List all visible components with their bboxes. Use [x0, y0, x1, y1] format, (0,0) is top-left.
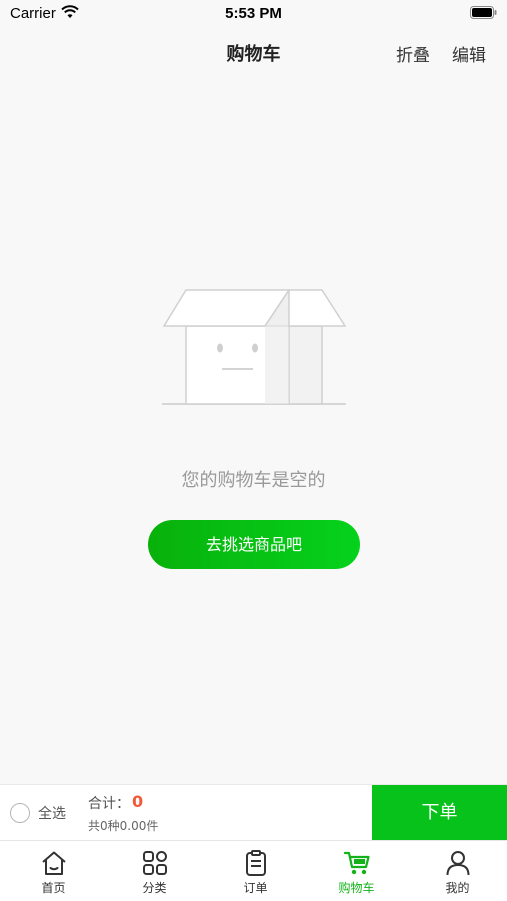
tab-label-home: 首页: [41, 881, 66, 895]
status-time: 5:53 PM: [225, 5, 282, 22]
edit-button[interactable]: 编辑: [452, 41, 486, 66]
checkout-bar: 全选 合计： 0 共0种0.00件 下单: [0, 784, 507, 841]
tab-category[interactable]: 分类: [104, 841, 205, 901]
select-all-radio[interactable]: [10, 803, 30, 823]
nav-bar: 购物车 折叠 编辑: [0, 30, 507, 76]
empty-cart-message: 您的购物车是空的: [181, 470, 326, 491]
tab-label-cart: 购物车: [338, 881, 375, 895]
tab-label-orders: 订单: [243, 881, 268, 895]
fold-button[interactable]: 折叠: [396, 41, 430, 66]
tab-label-category: 分类: [142, 881, 167, 895]
place-order-button[interactable]: 下单: [372, 785, 507, 841]
empty-box-icon: [160, 284, 350, 413]
total-label: 合计：: [88, 796, 130, 812]
go-shopping-button[interactable]: 去挑选商品吧: [148, 520, 360, 569]
select-all-label[interactable]: 全选: [38, 803, 66, 823]
tab-bar: 首页 分类 订单 购物车 我的: [0, 840, 507, 901]
total-value: 0: [132, 792, 144, 811]
item-count-text: 共0种0.00件: [88, 819, 159, 833]
tab-label-profile: 我的: [445, 881, 470, 895]
tab-orders[interactable]: 订单: [205, 841, 306, 901]
battery-icon: [470, 6, 497, 24]
tab-cart[interactable]: 购物车: [306, 841, 407, 901]
tab-home[interactable]: 首页: [3, 841, 104, 901]
page-title: 购物车: [226, 44, 281, 65]
status-bar: Carrier 5:53 PM: [0, 0, 507, 28]
tab-profile[interactable]: 我的: [407, 841, 507, 901]
